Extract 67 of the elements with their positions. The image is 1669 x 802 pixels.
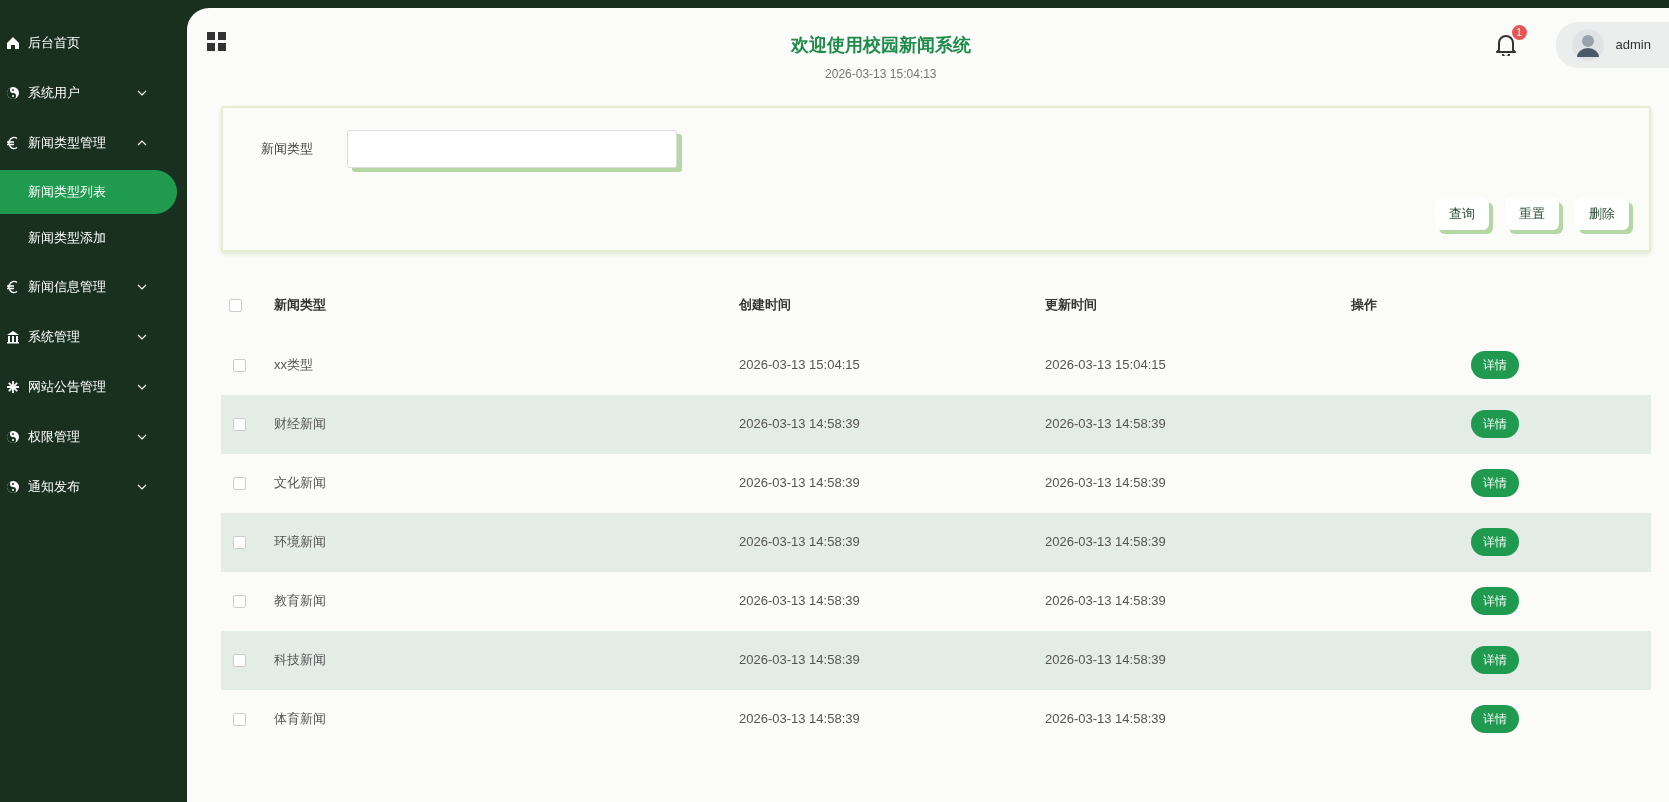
- details-button[interactable]: 详情: [1471, 410, 1519, 438]
- sidebar-item[interactable]: 后台首页: [0, 18, 187, 68]
- user-menu[interactable]: admin: [1555, 22, 1669, 68]
- field-label: 新闻类型: [261, 140, 314, 159]
- table-cell: 2026-03-13 14:58:39: [739, 593, 860, 609]
- table-cell: 2026-03-13 15:04:15: [1045, 357, 1166, 373]
- table-cell: 财经新闻: [274, 416, 326, 432]
- sidebar-item[interactable]: 通知发布: [0, 462, 187, 512]
- details-button[interactable]: 详情: [1471, 469, 1519, 497]
- bell-icon[interactable]: [1495, 34, 1516, 56]
- sidebar-item[interactable]: 网站公告管理: [0, 362, 187, 412]
- yin-yang-icon: [6, 480, 20, 494]
- table-cell: 2026-03-13 14:58:39: [1045, 416, 1166, 432]
- table-cell: 2026-03-13 15:04:15: [739, 357, 860, 373]
- grid-icon[interactable]: [207, 32, 226, 51]
- euro-icon: [6, 136, 20, 150]
- asterisk-icon: [6, 380, 20, 394]
- avatar-icon: [1571, 29, 1604, 61]
- euro-icon: [6, 280, 20, 294]
- details-button[interactable]: 详情: [1471, 646, 1519, 674]
- current-datetime: 2026-03-13 15:04:13: [824, 66, 938, 83]
- table-cell: 教育新闻: [274, 593, 326, 609]
- table-cell: 文化新闻: [274, 475, 326, 491]
- table-cell: 2026-03-13 14:58:39: [739, 416, 860, 432]
- table-cell: 2026-03-13 14:58:39: [1045, 711, 1166, 727]
- table-cell: 2026-03-13 14:58:39: [1045, 593, 1166, 609]
- sidebar-item[interactable]: 权限管理: [0, 412, 187, 462]
- submenu-item[interactable]: 新闻类型添加: [0, 216, 177, 260]
- column-header: 操作: [1351, 296, 1377, 312]
- table-cell: 2026-03-13 14:58:39: [739, 652, 860, 668]
- yin-yang-icon: [6, 86, 20, 100]
- column-header: 更新时间: [1045, 296, 1097, 312]
- table-cell: 环境新闻: [274, 534, 326, 550]
- table-cell: 科技新闻: [274, 652, 326, 668]
- notification-badge: 1: [1511, 25, 1527, 40]
- submenu-item[interactable]: 新闻类型列表: [0, 170, 177, 214]
- table-cell: 体育新闻: [274, 711, 326, 727]
- checkbox[interactable]: [233, 595, 246, 609]
- details-button[interactable]: 详情: [1471, 528, 1519, 556]
- table-cell: 2026-03-13 14:58:39: [739, 711, 860, 727]
- checkbox[interactable]: [233, 654, 246, 668]
- table-cell: 2026-03-13 14:58:39: [739, 475, 860, 491]
- details-button[interactable]: 详情: [1471, 587, 1519, 615]
- checkbox[interactable]: [233, 713, 246, 727]
- sidebar-item[interactable]: 系统用户: [0, 68, 187, 118]
- table-cell: 2026-03-13 14:58:39: [739, 534, 860, 550]
- news-type-input[interactable]: [347, 130, 677, 168]
- page-title: 欢迎使用校园新闻系统: [789, 34, 972, 57]
- home-icon: [6, 36, 20, 50]
- column-header: 创建时间: [739, 296, 791, 312]
- checkbox[interactable]: [233, 477, 246, 491]
- table-cell: 2026-03-13 14:58:39: [1045, 534, 1166, 550]
- checkbox[interactable]: [229, 298, 242, 312]
- table-cell: 2026-03-13 14:58:39: [1045, 475, 1166, 491]
- details-button[interactable]: 详情: [1471, 351, 1519, 379]
- table-cell: xx类型: [274, 357, 313, 373]
- yin-yang-icon: [6, 430, 20, 444]
- sidebar-item[interactable]: 系统管理: [0, 312, 187, 362]
- sidebar-item[interactable]: 新闻信息管理: [0, 262, 187, 312]
- checkbox[interactable]: [233, 418, 246, 432]
- checkbox[interactable]: [233, 359, 246, 373]
- table-cell: 2026-03-13 14:58:39: [1045, 652, 1166, 668]
- column-header: 新闻类型: [274, 296, 326, 312]
- details-button[interactable]: 详情: [1471, 705, 1519, 733]
- sidebar-item[interactable]: 新闻类型管理: [0, 118, 187, 168]
- bank-icon: [6, 330, 20, 344]
- checkbox[interactable]: [233, 536, 246, 550]
